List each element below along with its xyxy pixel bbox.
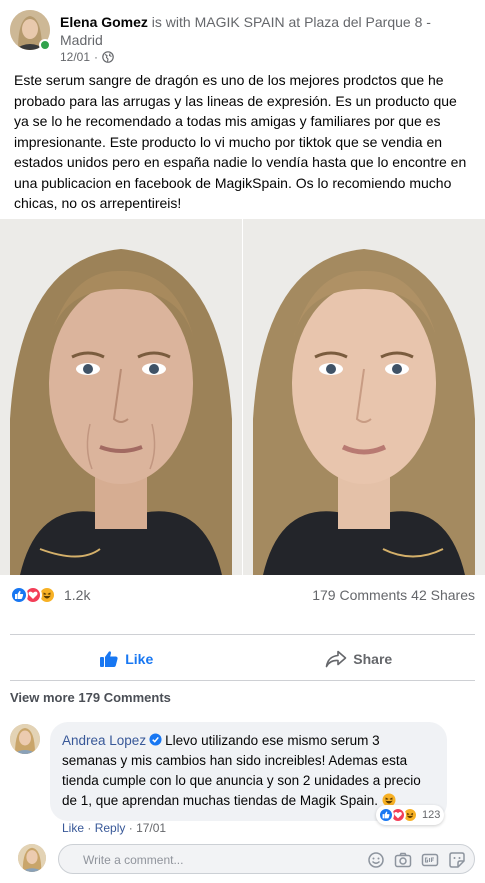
like-label: Like bbox=[125, 651, 154, 667]
post-header-text: Elena Gomez is with MAGIK SPAIN at Plaza… bbox=[60, 13, 470, 49]
shares-count[interactable]: 42 Shares bbox=[411, 587, 475, 603]
viewer-avatar bbox=[18, 844, 46, 872]
commenter-avatar[interactable] bbox=[10, 724, 40, 754]
gif-icon[interactable] bbox=[421, 851, 439, 869]
share-button[interactable]: Share bbox=[243, 640, 476, 678]
post-meta: 12/01 · bbox=[60, 50, 114, 64]
comments-count[interactable]: 179 Comments bbox=[312, 587, 407, 603]
post-date[interactable]: 12/01 bbox=[60, 50, 90, 64]
reaction-icons[interactable] bbox=[10, 586, 56, 604]
before-photo[interactable] bbox=[0, 219, 242, 575]
comment-actions: Like · Reply · 17/01 bbox=[62, 821, 166, 835]
comment-date[interactable]: 17/01 bbox=[136, 821, 166, 835]
comment-like-link[interactable]: Like bbox=[62, 821, 84, 835]
comment-reactions[interactable]: 123 bbox=[376, 805, 445, 825]
thumbs-up-icon bbox=[100, 651, 118, 667]
page-name[interactable]: MAGIK SPAIN bbox=[195, 14, 285, 30]
comment-composer: Write a comment... bbox=[18, 842, 478, 876]
author-name[interactable]: Elena Gomez bbox=[60, 14, 148, 30]
view-more-comments[interactable]: View more 179 Comments bbox=[10, 690, 171, 705]
globe-icon bbox=[102, 51, 114, 63]
camera-icon[interactable] bbox=[394, 851, 412, 869]
online-status-dot bbox=[39, 39, 51, 51]
with-text: is with bbox=[147, 14, 195, 30]
share-icon bbox=[325, 650, 347, 668]
reaction-stats: 1.2k 179 Comments 42 Shares bbox=[10, 584, 475, 608]
comment-reply-link[interactable]: Reply bbox=[95, 821, 126, 835]
verified-badge-icon bbox=[149, 733, 162, 746]
like-button[interactable]: Like bbox=[10, 640, 243, 678]
post-body: Este serum sangre de dragón es uno de lo… bbox=[14, 72, 467, 211]
comment-input[interactable]: Write a comment... bbox=[58, 844, 475, 874]
share-label: Share bbox=[353, 651, 393, 667]
comment-input-placeholder: Write a comment... bbox=[83, 853, 184, 867]
like-icon bbox=[10, 586, 28, 604]
sticker-icon[interactable] bbox=[448, 851, 466, 869]
divider-top bbox=[10, 634, 475, 635]
commenter-name[interactable]: Andrea Lopez bbox=[62, 733, 146, 748]
post-photos[interactable] bbox=[0, 219, 485, 575]
reactions-count[interactable]: 1.2k bbox=[64, 587, 90, 603]
like-icon bbox=[378, 807, 394, 823]
post-actions: Like Share bbox=[10, 640, 475, 678]
after-photo[interactable] bbox=[243, 219, 485, 575]
at-text: at bbox=[284, 14, 305, 30]
comment-reaction-count: 123 bbox=[422, 809, 441, 821]
post-header: Elena Gomez is with MAGIK SPAIN at Plaza… bbox=[10, 10, 480, 66]
comment-actions-separator: · bbox=[87, 821, 92, 835]
author-avatar[interactable] bbox=[10, 10, 51, 51]
divider-bottom bbox=[10, 680, 475, 681]
emoji-icon[interactable] bbox=[367, 851, 385, 869]
meta-separator: · bbox=[94, 50, 99, 64]
comment-actions-separator: · bbox=[128, 821, 133, 835]
